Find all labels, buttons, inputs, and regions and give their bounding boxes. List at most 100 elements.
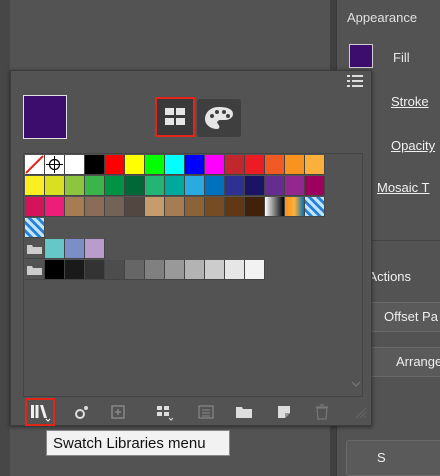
color-swatch[interactable]: [65, 260, 85, 280]
color-swatch[interactable]: [185, 260, 205, 280]
add-selected-colors-icon[interactable]: [73, 403, 91, 421]
show-swatch-kinds-icon[interactable]: [155, 403, 173, 421]
color-swatch[interactable]: [125, 260, 145, 280]
color-swatch[interactable]: [265, 155, 285, 175]
gradient-swatch[interactable]: [265, 197, 285, 217]
gradient-swatch[interactable]: [285, 197, 305, 217]
pattern-swatch[interactable]: [25, 218, 45, 238]
color-swatch[interactable]: [165, 176, 185, 196]
color-swatch[interactable]: [165, 155, 185, 175]
swatch-row: [25, 260, 265, 280]
color-swatch[interactable]: [65, 197, 85, 217]
color-swatch[interactable]: [45, 239, 65, 259]
color-swatch[interactable]: [45, 197, 65, 217]
color-swatch[interactable]: [285, 155, 305, 175]
fill-label: Fill: [393, 50, 410, 65]
color-swatch[interactable]: [145, 260, 165, 280]
show-swatch-grid-button[interactable]: [155, 97, 195, 137]
color-swatch[interactable]: [225, 155, 245, 175]
color-swatch[interactable]: [125, 155, 145, 175]
swatch-row: [25, 155, 325, 175]
place-swatch-icon: [111, 405, 125, 419]
color-swatch[interactable]: [65, 155, 85, 175]
color-swatch[interactable]: [165, 197, 185, 217]
color-swatch[interactable]: [205, 197, 225, 217]
color-group-folder-icon[interactable]: [25, 260, 45, 280]
color-swatch[interactable]: [285, 176, 305, 196]
swatch-row: [25, 197, 325, 217]
resize-grip-icon[interactable]: [353, 405, 367, 419]
color-swatch[interactable]: [245, 176, 265, 196]
none-swatch[interactable]: [25, 155, 45, 175]
color-swatch[interactable]: [25, 176, 45, 196]
color-swatch[interactable]: [85, 155, 105, 175]
swatch-row: [25, 218, 45, 238]
color-group-folder-icon[interactable]: [25, 239, 45, 259]
color-swatch[interactable]: [125, 176, 145, 196]
color-swatch[interactable]: [105, 176, 125, 196]
scroll-down-icon[interactable]: [351, 379, 361, 389]
color-swatch[interactable]: [245, 155, 265, 175]
color-swatch[interactable]: [125, 197, 145, 217]
color-swatch[interactable]: [45, 260, 65, 280]
arrange-button[interactable]: Arrange: [367, 347, 440, 377]
color-picker-button[interactable]: [197, 99, 241, 137]
color-swatch[interactable]: [225, 260, 245, 280]
color-swatch[interactable]: [245, 260, 265, 280]
color-swatch[interactable]: [305, 176, 325, 196]
color-swatch[interactable]: [185, 197, 205, 217]
color-swatch[interactable]: [145, 155, 165, 175]
color-swatch[interactable]: [205, 176, 225, 196]
color-swatch[interactable]: [85, 197, 105, 217]
palette-icon: [205, 107, 233, 129]
color-swatch[interactable]: [145, 176, 165, 196]
stroke-link[interactable]: Stroke: [391, 94, 429, 109]
panel-header: [11, 71, 371, 91]
color-swatch[interactable]: [45, 176, 65, 196]
color-swatch[interactable]: [205, 155, 225, 175]
mosaic-effect-link[interactable]: Mosaic T: [377, 180, 430, 195]
fill-color-swatch[interactable]: [349, 44, 373, 68]
swatch-options-icon: [198, 405, 214, 419]
color-swatch[interactable]: [65, 176, 85, 196]
swatches-panel: [10, 70, 372, 426]
color-swatch[interactable]: [165, 260, 185, 280]
color-swatch[interactable]: [25, 197, 45, 217]
bottom-action-button[interactable]: S: [346, 440, 440, 476]
color-swatch[interactable]: [305, 155, 325, 175]
registration-swatch[interactable]: [45, 155, 65, 175]
new-color-group-icon[interactable]: [235, 403, 253, 421]
libraries-icon: [31, 405, 51, 422]
grid-view-icon: [165, 108, 185, 125]
color-swatch[interactable]: [105, 260, 125, 280]
color-swatch[interactable]: [145, 197, 165, 217]
color-swatch[interactable]: [225, 176, 245, 196]
trash-icon: [316, 404, 328, 420]
left-toolbar-strip: [0, 0, 10, 476]
swatch-grid: [23, 153, 363, 397]
color-swatch[interactable]: [205, 260, 225, 280]
swatch-row: [25, 239, 105, 259]
tooltip: Swatch Libraries menu: [46, 430, 230, 456]
color-swatch[interactable]: [85, 239, 105, 259]
panel-menu-icon[interactable]: [347, 75, 363, 87]
color-swatch[interactable]: [185, 155, 205, 175]
fill-stroke-swatch[interactable]: [23, 95, 67, 139]
color-swatch[interactable]: [105, 197, 125, 217]
appearance-title: Appearance: [347, 10, 418, 25]
bottom-action-label: S: [377, 450, 386, 465]
new-swatch-icon[interactable]: [275, 403, 293, 421]
color-swatch[interactable]: [185, 176, 205, 196]
pattern-swatch[interactable]: [305, 197, 325, 217]
color-swatch[interactable]: [65, 239, 85, 259]
color-swatch[interactable]: [245, 197, 265, 217]
opacity-link[interactable]: Opacity: [391, 138, 435, 153]
color-swatch[interactable]: [265, 176, 285, 196]
color-swatch[interactable]: [85, 176, 105, 196]
color-swatch[interactable]: [225, 197, 245, 217]
swatch-row: [25, 176, 325, 196]
offset-path-button[interactable]: Offset Pa: [367, 302, 440, 332]
color-swatch[interactable]: [105, 155, 125, 175]
color-swatch[interactable]: [85, 260, 105, 280]
swatch-libraries-menu-button[interactable]: [25, 398, 55, 426]
